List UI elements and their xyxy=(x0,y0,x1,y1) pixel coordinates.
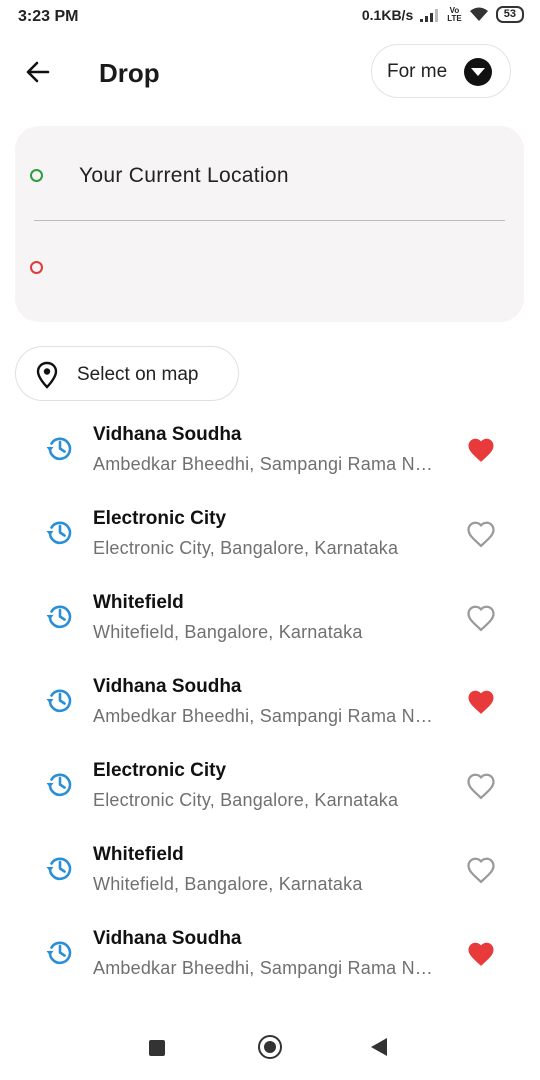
select-on-map-label: Select on map xyxy=(77,364,199,385)
heart-icon[interactable] xyxy=(466,688,496,716)
arrow-left-icon xyxy=(26,61,50,83)
history-icon xyxy=(46,437,72,461)
place-name: Electronic City xyxy=(93,760,227,781)
header: Drop For me xyxy=(0,44,540,100)
status-bar: 3:23 PM 0.1KB/s Vo LTE 53 xyxy=(0,0,540,34)
map-pin-icon xyxy=(36,361,58,389)
place-name: Vidhana Soudha xyxy=(93,424,242,445)
place-address: Electronic City, Bangalore, Karnataka xyxy=(93,538,399,558)
chevron-down-icon xyxy=(464,58,492,86)
recent-place-item[interactable]: Vidhana Soudha Ambedkar Bheedhi, Sampang… xyxy=(0,672,540,756)
volte-icon: Vo LTE xyxy=(447,5,462,23)
place-address: Whitefield, Bangalore, Karnataka xyxy=(93,622,363,642)
history-icon xyxy=(46,773,72,797)
place-address: Electronic City, Bangalore, Karnataka xyxy=(93,790,399,810)
navigation-bar xyxy=(0,1018,540,1080)
heart-icon[interactable] xyxy=(466,436,496,464)
select-on-map-button[interactable]: Select on map xyxy=(15,346,239,401)
history-icon xyxy=(46,941,72,965)
heart-icon[interactable] xyxy=(466,772,496,800)
recent-apps-icon[interactable] xyxy=(149,1040,165,1056)
heart-icon[interactable] xyxy=(466,604,496,632)
recent-places-list: Vidhana Soudha Ambedkar Bheedhi, Sampang… xyxy=(0,420,540,1008)
battery-icon: 53 xyxy=(495,6,524,23)
for-me-label: For me xyxy=(387,61,448,82)
page-title: Drop xyxy=(99,58,160,88)
place-name: Vidhana Soudha xyxy=(93,676,242,697)
history-icon xyxy=(46,605,72,629)
history-icon xyxy=(46,857,72,881)
recent-place-item[interactable]: Whitefield Whitefield, Bangalore, Karnat… xyxy=(0,588,540,672)
recent-place-item[interactable]: Electronic City Electronic City, Bangalo… xyxy=(0,756,540,840)
divider xyxy=(34,220,505,221)
place-address: Ambedkar Bheedhi, Sampangi Rama Nagar, B… xyxy=(93,454,435,474)
place-name: Electronic City xyxy=(93,508,227,529)
recent-place-item[interactable]: Whitefield Whitefield, Bangalore, Karnat… xyxy=(0,840,540,924)
pickup-dot-icon xyxy=(30,169,43,182)
history-icon xyxy=(46,521,72,545)
network-speed: 0.1KB/s xyxy=(361,6,414,23)
recent-place-item[interactable]: Vidhana Soudha Ambedkar Bheedhi, Sampang… xyxy=(0,924,540,1008)
home-icon[interactable] xyxy=(258,1035,282,1059)
place-name: Whitefield xyxy=(93,844,184,865)
heart-icon[interactable] xyxy=(466,940,496,968)
nav-back-icon[interactable] xyxy=(371,1038,387,1056)
history-icon xyxy=(46,689,72,713)
drop-location-input[interactable] xyxy=(79,252,503,286)
back-button[interactable] xyxy=(22,56,54,88)
status-indicators: 0.1KB/s Vo LTE 53 xyxy=(362,6,524,23)
drop-dot-icon xyxy=(30,261,43,274)
recent-place-item[interactable]: Vidhana Soudha Ambedkar Bheedhi, Sampang… xyxy=(0,420,540,504)
heart-icon[interactable] xyxy=(466,856,496,884)
recent-place-item[interactable]: Electronic City Electronic City, Bangalo… xyxy=(0,504,540,588)
for-me-dropdown[interactable]: For me xyxy=(371,44,511,98)
place-address: Ambedkar Bheedhi, Sampangi Rama Nagar, B… xyxy=(93,706,435,726)
place-name: Vidhana Soudha xyxy=(93,928,242,949)
pickup-location-field[interactable]: Your Current Location xyxy=(79,164,289,188)
place-address: Whitefield, Bangalore, Karnataka xyxy=(93,874,363,894)
wifi-icon xyxy=(469,7,488,21)
heart-icon[interactable] xyxy=(466,520,496,548)
place-name: Whitefield xyxy=(93,592,184,613)
location-card: Your Current Location xyxy=(15,126,524,322)
signal-icon xyxy=(420,8,439,22)
status-time: 3:23 PM xyxy=(18,8,79,25)
place-address: Ambedkar Bheedhi, Sampangi Rama Nagar, B… xyxy=(93,958,435,978)
